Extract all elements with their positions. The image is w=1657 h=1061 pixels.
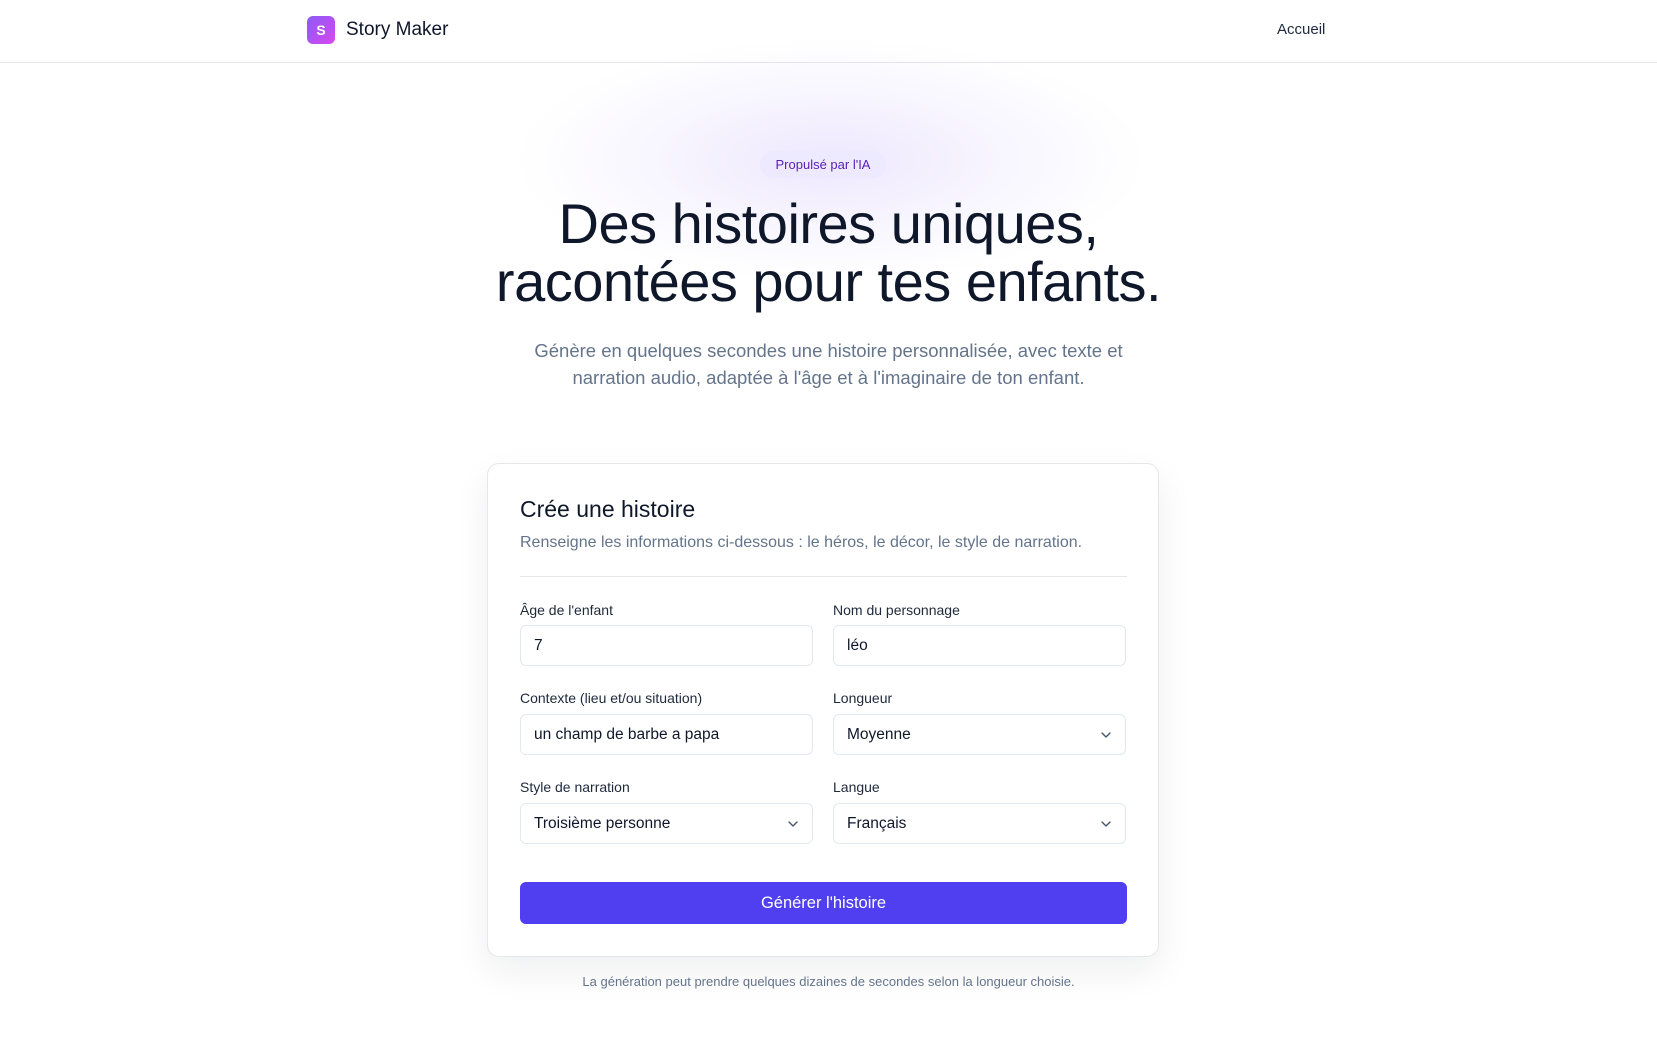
- language-label: Langue: [833, 779, 880, 795]
- chevron-down-icon: [1100, 729, 1112, 741]
- hero-subtitle: Génère en quelques secondes une histoire…: [510, 337, 1147, 391]
- language-select[interactable]: Français: [833, 803, 1126, 844]
- hero-title-line-2: racontées pour tes enfants.: [495, 250, 1162, 313]
- language-selected-value: Français: [847, 814, 907, 832]
- character-name-input[interactable]: [833, 625, 1126, 666]
- length-select[interactable]: Moyenne: [833, 714, 1126, 755]
- form-description: Renseigne les informations ci-dessous : …: [520, 534, 1083, 551]
- length-label: Longueur: [833, 690, 893, 706]
- generation-time-note: La génération peut prendre quelques diza…: [582, 974, 1075, 989]
- brand-logo-link[interactable]: S Story Maker: [307, 16, 448, 44]
- nav-link-home[interactable]: Accueil: [1277, 21, 1325, 38]
- generate-story-button[interactable]: Générer l'histoire: [520, 882, 1127, 924]
- story-form-card: Crée une histoire Renseigne les informat…: [487, 463, 1159, 957]
- context-label: Contexte (lieu et/ou situation): [520, 690, 703, 706]
- narration-style-label: Style de narration: [520, 779, 630, 795]
- character-name-label: Nom du personnage: [833, 602, 960, 618]
- hero-title-line-1: Des histoires uniques,: [558, 192, 1099, 255]
- hero-subtitle-line-1: Génère en quelques secondes une histoire…: [534, 340, 1123, 361]
- age-input[interactable]: [520, 625, 813, 666]
- app-logo-icon: S: [307, 16, 335, 44]
- narration-style-select[interactable]: Troisième personne: [520, 803, 813, 844]
- hero-subtitle-line-2: narration audio, adaptée à l'âge et à l'…: [572, 367, 1085, 388]
- form-title: Crée une histoire: [520, 496, 696, 522]
- logo-letter: S: [316, 22, 326, 38]
- chevron-down-icon: [1100, 818, 1112, 830]
- narration-style-selected-value: Troisième personne: [534, 814, 671, 832]
- length-selected-value: Moyenne: [847, 725, 911, 743]
- age-label: Âge de l'enfant: [520, 602, 613, 618]
- chevron-down-icon: [787, 818, 799, 830]
- context-input[interactable]: [520, 714, 813, 755]
- brand-name: Story Maker: [346, 19, 449, 40]
- ai-powered-badge: Propulsé par l'IA: [760, 151, 886, 178]
- form-divider: [520, 576, 1127, 577]
- hero-title: Des histoires uniques, racontées pour te…: [0, 195, 1657, 311]
